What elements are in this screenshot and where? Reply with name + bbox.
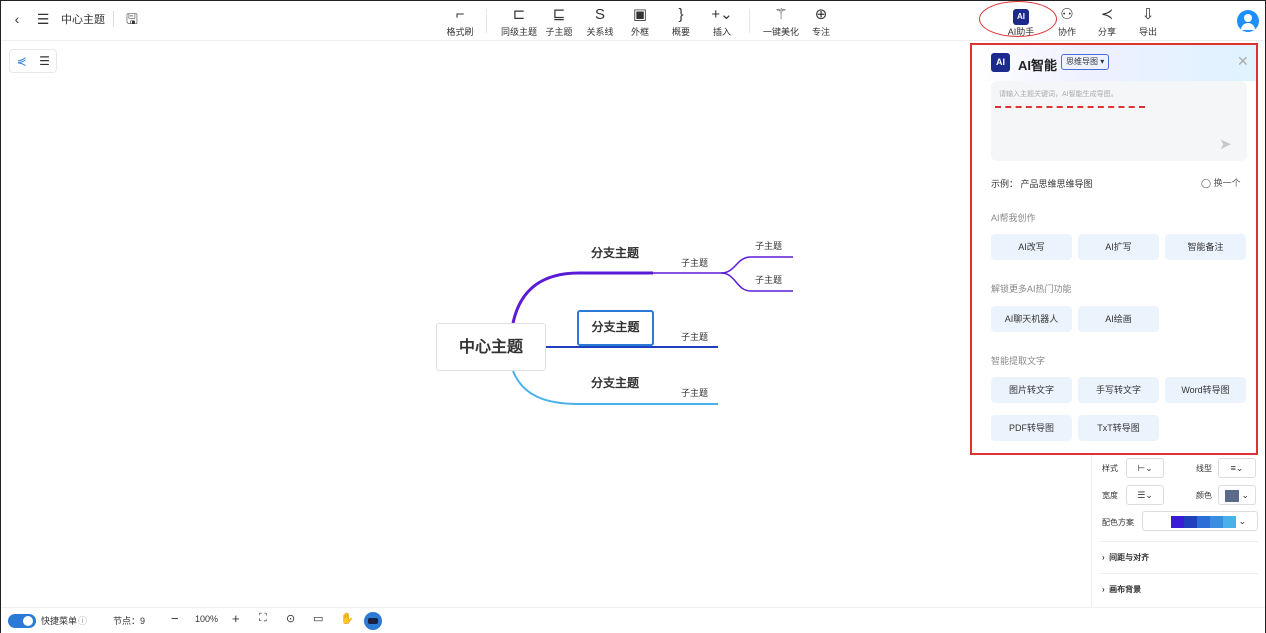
export-icon: ⇩ (1141, 6, 1155, 23)
style-dropdown[interactable]: ⊢⌄ (1126, 458, 1164, 478)
ai-chatbot-button[interactable]: AI聊天机器人 (991, 306, 1072, 332)
section-title-more: 解锁更多AI热门功能 (991, 284, 1072, 294)
spacing-section[interactable]: › 间距与对齐 (1102, 552, 1149, 563)
word-to-map-button[interactable]: Word转导图 (1165, 377, 1246, 403)
width-label: 宽度 (1102, 491, 1118, 500)
user-avatar[interactable] (1237, 10, 1259, 32)
subtopic-3[interactable]: 子主题 (677, 384, 713, 401)
handwriting-to-text-button[interactable]: 手写转文字 (1078, 377, 1159, 403)
subtopic-1-2[interactable]: 子主题 (751, 271, 787, 288)
branch-topic-2[interactable]: 分支主题 (577, 310, 654, 346)
red-underline-annotation (995, 106, 1145, 108)
line-style-icon: ⊢⌄ (1137, 463, 1153, 473)
scheme-color-swatch (1171, 515, 1184, 528)
scheme-color-swatch (1223, 515, 1236, 528)
locate-icon[interactable]: ⊙ (286, 612, 295, 625)
ai-panel: AI AI智能 思维导图 ▾ ✕ 请输入主题关键词，AI智能生成导图。 ➤ 示例… (970, 43, 1258, 455)
subtopic-1[interactable]: 子主题 (677, 254, 713, 271)
ai-drawing-button[interactable]: AI绘画 (1078, 306, 1159, 332)
refresh-label: 换一个 (1213, 178, 1241, 188)
subtopic-2[interactable]: 子主题 (677, 328, 713, 345)
scheme-color-swatch (1184, 515, 1197, 528)
smart-note-button[interactable]: 智能备注 (1165, 234, 1246, 260)
scheme-swatches (1171, 515, 1236, 528)
mindmap-connectors (511, 256, 793, 405)
zoom-level[interactable]: 100% (195, 614, 218, 624)
subtopic-1-1[interactable]: 子主题 (751, 237, 787, 254)
txt-to-map-button[interactable]: TxT转导图 (1078, 415, 1159, 441)
color-scheme-dropdown[interactable]: ⌄ (1142, 511, 1258, 531)
bottom-bar: 快捷菜单 ⓘ 节点：9 − 100% + ⛶ ⊙ ▭ ✋ (1, 607, 1265, 633)
branch-topic-3[interactable]: 分支主题 (578, 367, 652, 399)
close-icon[interactable]: ✕ (1237, 53, 1249, 70)
divider (1100, 541, 1258, 542)
fit-screen-icon[interactable]: ⛶ (259, 612, 267, 625)
ai-logo-icon: AI (991, 53, 1010, 72)
color-swatch (1224, 489, 1239, 502)
ai-rewrite-button[interactable]: AI改写 (991, 234, 1072, 260)
robot-assistant-icon[interactable] (364, 612, 382, 630)
export-button[interactable]: ⇩ 导出 (1126, 5, 1170, 38)
width-dropdown[interactable]: ☰⌄ (1126, 485, 1164, 505)
example-text[interactable]: 示例： 产品思维思维导图 (991, 177, 1093, 190)
node-count: 节点：9 (113, 616, 146, 626)
linetype-label: 线型 (1196, 464, 1212, 473)
ai-expand-button[interactable]: AI扩写 (1078, 234, 1159, 260)
shortcut-menu-label: 快捷菜单 (41, 616, 78, 626)
share-icon: ≺ (1100, 6, 1114, 23)
ai-mode-dropdown[interactable]: 思维导图 ▾ (1061, 54, 1110, 70)
hand-tool-icon[interactable]: ✋ (340, 612, 354, 625)
central-topic[interactable]: 中心主题 (436, 323, 546, 371)
tool-label: 分享 (1097, 27, 1116, 37)
shortcut-menu-toggle[interactable] (8, 614, 36, 628)
background-section[interactable]: › 画布背景 (1102, 584, 1141, 595)
zoom-out-icon[interactable]: − (171, 611, 179, 626)
zoom-in-icon[interactable]: + (232, 611, 240, 626)
minimap-icon[interactable]: ▭ (313, 612, 323, 625)
ai-prompt-input[interactable]: 请输入主题关键词，AI智能生成导图。 ➤ (991, 81, 1247, 161)
pdf-to-map-button[interactable]: PDF转导图 (991, 415, 1072, 441)
linetype-dropdown[interactable]: ≡⌄ (1218, 458, 1256, 478)
color-label: 颜色 (1196, 491, 1212, 500)
scheme-label: 配色方案 (1102, 518, 1134, 527)
section-title-create: AI帮我创作 (991, 213, 1036, 223)
line-width-icon: ☰⌄ (1137, 490, 1153, 500)
section-title-extract: 智能提取文字 (991, 356, 1046, 366)
image-to-text-button[interactable]: 图片转文字 (991, 377, 1072, 403)
share-button[interactable]: ≺ 分享 (1085, 5, 1129, 38)
help-icon[interactable]: ⓘ (78, 614, 87, 627)
scheme-color-swatch (1210, 515, 1223, 528)
style-label: 样式 (1102, 464, 1118, 473)
send-icon[interactable]: ➤ (1219, 135, 1232, 153)
divider (1100, 573, 1258, 574)
refresh-icon: ◯ (1201, 178, 1212, 188)
ai-panel-header: AI AI智能 思维导图 ▾ ✕ (972, 45, 1256, 81)
properties-panel: 样式 ⊢⌄ 线型 ≡⌄ 宽度 ☰⌄ 颜色 ⌄ 配色方案 ⌄ › 间距与对齐 › … (1091, 455, 1265, 607)
refresh-button[interactable]: ◯ 换一个 (1201, 176, 1241, 189)
background-label: 画布背景 (1109, 585, 1142, 594)
ai-panel-title: AI智能 (1018, 58, 1058, 73)
scheme-color-swatch (1197, 515, 1210, 528)
branch-topic-1[interactable]: 分支主题 (578, 237, 652, 269)
prompt-placeholder: 请输入主题关键词，AI智能生成导图。 (999, 91, 1118, 98)
spacing-label: 间距与对齐 (1109, 553, 1150, 562)
color-picker[interactable]: ⌄ (1218, 485, 1256, 505)
tool-label: 导出 (1138, 27, 1157, 37)
line-type-icon: ≡⌄ (1230, 463, 1244, 473)
